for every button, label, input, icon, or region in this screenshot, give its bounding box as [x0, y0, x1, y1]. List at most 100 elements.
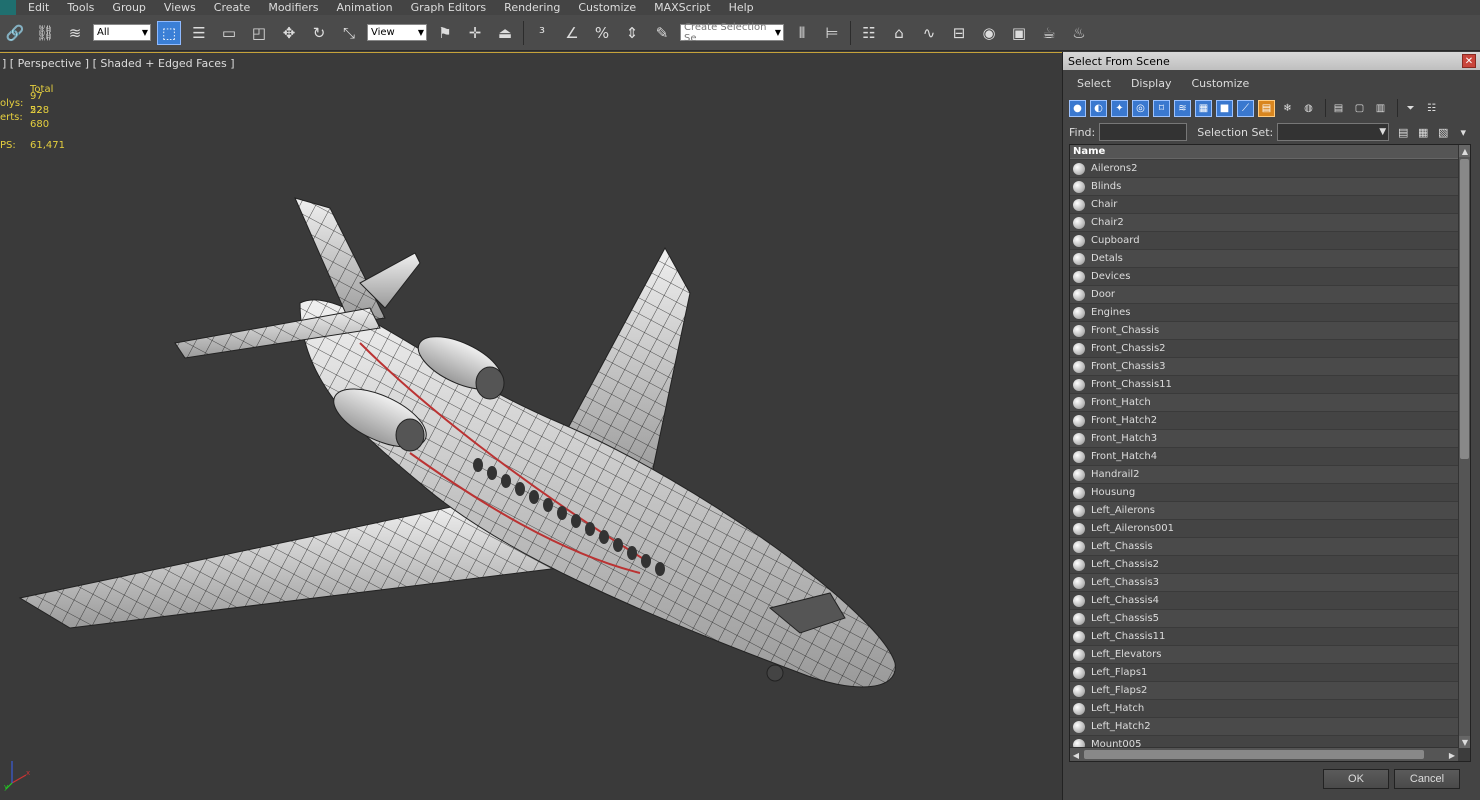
list-item[interactable]: Chair — [1070, 196, 1458, 214]
scroll-down-icon[interactable]: ▼ — [1459, 736, 1470, 748]
list-item[interactable]: Left_Ailerons — [1070, 502, 1458, 520]
vertical-scroll-thumb[interactable] — [1460, 159, 1469, 459]
list-item[interactable]: Chair2 — [1070, 214, 1458, 232]
ok-button[interactable]: OK — [1323, 769, 1389, 789]
bind-space-warp-icon[interactable]: ≋ — [63, 21, 87, 45]
filter-icon[interactable]: ⏷ — [1402, 100, 1419, 117]
render-production-icon[interactable]: ♨ — [1067, 21, 1091, 45]
display-xrefs-icon[interactable]: ■ — [1216, 99, 1233, 117]
list-item[interactable]: Left_Chassis5 — [1070, 610, 1458, 628]
remove-from-selection-set-icon[interactable]: ▧ — [1435, 124, 1451, 140]
list-item[interactable]: Front_Chassis — [1070, 322, 1458, 340]
list-item[interactable]: Left_Elevators — [1070, 646, 1458, 664]
rectangular-selection-icon[interactable]: ▭ — [217, 21, 241, 45]
move-icon[interactable]: ✥ — [277, 21, 301, 45]
align-icon[interactable]: ⊨ — [820, 21, 844, 45]
list-item[interactable]: Front_Chassis3 — [1070, 358, 1458, 376]
display-space-warps-icon[interactable]: ≋ — [1174, 99, 1191, 117]
list-item[interactable]: Door — [1070, 286, 1458, 304]
filter-settings-icon[interactable]: ☷ — [1423, 100, 1440, 117]
menu-customize[interactable]: Customize — [578, 0, 636, 15]
select-invert-icon[interactable]: ▥ — [1372, 100, 1389, 117]
scroll-up-icon[interactable]: ▲ — [1459, 145, 1470, 157]
list-item[interactable]: Left_Hatch — [1070, 700, 1458, 718]
cancel-button[interactable]: Cancel — [1394, 769, 1460, 789]
list-item[interactable]: Left_Chassis — [1070, 538, 1458, 556]
list-item[interactable]: Front_Hatch4 — [1070, 448, 1458, 466]
layer-manager-icon[interactable]: ☷ — [857, 21, 881, 45]
window-crossing-icon[interactable]: ◰ — [247, 21, 271, 45]
list-item[interactable]: Front_Hatch2 — [1070, 412, 1458, 430]
keyboard-shortcut-icon[interactable]: ⏏ — [493, 21, 517, 45]
display-groups-icon[interactable]: ▦ — [1195, 99, 1212, 117]
list-item[interactable]: Front_Chassis11 — [1070, 376, 1458, 394]
list-item[interactable]: Detals — [1070, 250, 1458, 268]
dialog-menu-display[interactable]: Display — [1131, 77, 1172, 90]
menu-create[interactable]: Create — [214, 0, 251, 15]
add-to-selection-set-icon[interactable]: ▦ — [1415, 124, 1431, 140]
expand-options-icon[interactable]: ▾ — [1455, 124, 1471, 140]
display-hidden-icon[interactable]: ◍ — [1300, 100, 1317, 117]
rendered-frame-icon[interactable]: ☕ — [1037, 21, 1061, 45]
menu-rendering[interactable]: Rendering — [504, 0, 560, 15]
display-bones-icon[interactable]: ⟋ — [1237, 99, 1254, 117]
menu-modifiers[interactable]: Modifiers — [268, 0, 318, 15]
list-item[interactable]: Left_Chassis11 — [1070, 628, 1458, 646]
list-item[interactable]: Left_Ailerons001 — [1070, 520, 1458, 538]
spinner-snap-icon[interactable]: ⇕ — [620, 21, 644, 45]
select-none-icon[interactable]: ▢ — [1351, 100, 1368, 117]
list-item[interactable]: Cupboard — [1070, 232, 1458, 250]
create-selection-set-icon[interactable]: ▤ — [1395, 124, 1411, 140]
percent-snap-icon[interactable]: % — [590, 21, 614, 45]
menu-edit[interactable]: Edit — [28, 0, 49, 15]
app-logo-icon[interactable] — [0, 0, 16, 15]
unlink-icon[interactable]: ⛓ — [33, 21, 57, 45]
display-shapes-icon[interactable]: ◐ — [1090, 99, 1107, 117]
list-item[interactable]: Front_Hatch3 — [1070, 430, 1458, 448]
select-all-icon[interactable]: ▤ — [1330, 100, 1347, 117]
reference-coordinate-dropdown[interactable]: View ▼ — [367, 24, 427, 41]
material-editor-icon[interactable]: ◉ — [977, 21, 1001, 45]
aircraft-model[interactable] — [0, 133, 1000, 733]
menu-help[interactable]: Help — [729, 0, 754, 15]
list-item[interactable]: Left_Chassis3 — [1070, 574, 1458, 592]
list-item[interactable]: Left_Chassis2 — [1070, 556, 1458, 574]
selection-filter-dropdown[interactable]: All ▼ — [93, 24, 151, 41]
curve-editor-icon[interactable]: ∿ — [917, 21, 941, 45]
list-item[interactable]: Ailerons2 — [1070, 160, 1458, 178]
render-setup-icon[interactable]: ▣ — [1007, 21, 1031, 45]
select-manipulate-icon[interactable]: ✛ — [463, 21, 487, 45]
pivot-center-icon[interactable]: ⚑ — [433, 21, 457, 45]
snap-toggle-icon[interactable]: ³ — [530, 21, 554, 45]
scale-icon[interactable]: ⤡ — [337, 21, 361, 45]
select-by-name-icon[interactable]: ☰ — [187, 21, 211, 45]
vertical-scrollbar[interactable]: ▲ ▼ — [1458, 145, 1470, 748]
horizontal-scrollbar[interactable]: ◀ ▶ — [1070, 747, 1458, 761]
named-selection-dropdown[interactable]: Create Selection Se ▼ — [680, 22, 784, 44]
scroll-left-icon[interactable]: ◀ — [1070, 749, 1082, 761]
select-object-icon[interactable]: ⬚ — [157, 20, 181, 45]
list-item[interactable]: Front_Chassis2 — [1070, 340, 1458, 358]
list-item[interactable]: Left_Chassis4 — [1070, 592, 1458, 610]
horizontal-scroll-thumb[interactable] — [1084, 750, 1424, 759]
dialog-title-bar[interactable]: Select From Scene ✕ — [1063, 52, 1480, 70]
display-cameras-icon[interactable]: ◎ — [1132, 99, 1149, 117]
menu-animation[interactable]: Animation — [337, 0, 393, 15]
display-geometry-icon[interactable]: ● — [1069, 99, 1086, 117]
list-item[interactable]: Devices — [1070, 268, 1458, 286]
edit-named-selection-icon[interactable]: ✎ — [650, 21, 674, 45]
list-item[interactable]: Left_Hatch2 — [1070, 718, 1458, 736]
find-input[interactable] — [1099, 123, 1188, 141]
list-item[interactable]: Left_Flaps1 — [1070, 664, 1458, 682]
menu-maxscript[interactable]: MAXScript — [654, 0, 710, 15]
display-containers-icon[interactable]: ▤ — [1258, 99, 1275, 117]
link-icon[interactable]: 🔗 — [3, 21, 27, 45]
angle-snap-icon[interactable]: ∠ — [560, 21, 584, 45]
dialog-menu-customize[interactable]: Customize — [1191, 77, 1249, 90]
menu-graph-editors[interactable]: Graph Editors — [411, 0, 487, 15]
viewport-label[interactable]: ] [ Perspective ] [ Shaded + Edged Faces… — [2, 57, 235, 70]
perspective-viewport[interactable]: ] [ Perspective ] [ Shaded + Edged Faces… — [0, 52, 1062, 800]
menu-tools[interactable]: Tools — [67, 0, 94, 15]
dialog-menu-select[interactable]: Select — [1077, 77, 1111, 90]
scroll-right-icon[interactable]: ▶ — [1446, 749, 1458, 761]
